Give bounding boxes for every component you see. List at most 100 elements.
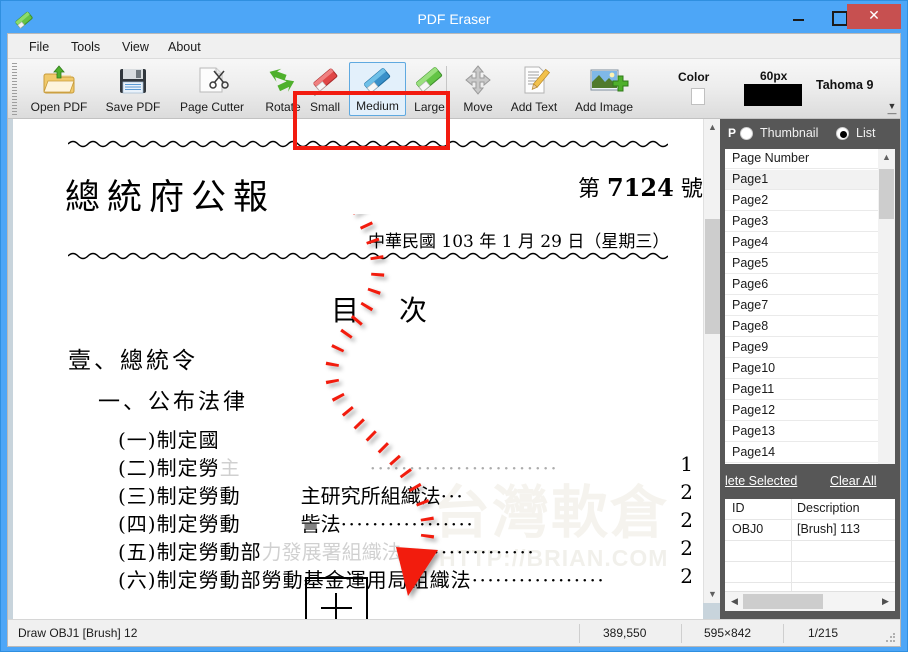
toc-row: (四)制定勞動 訾法················· 2 [118, 508, 693, 538]
app-window: PDF Eraser File Tools View About [0, 0, 908, 652]
open-folder-icon [22, 64, 96, 96]
move-arrows-icon [455, 64, 501, 96]
status-coordinates: 389,550 [603, 626, 647, 640]
scroll-thumb[interactable] [743, 594, 823, 609]
pdf-page[interactable]: 總統府公報 第 7124 號 中華民國 103 年 1 月 29 日（星期三） … [13, 119, 703, 619]
view-mode-toggle: P Thumbnail List [720, 119, 900, 149]
toc-num: (四) [118, 512, 157, 536]
list-item[interactable]: Page10 [725, 359, 878, 379]
object-actions-bar: lete Selected Clear All [720, 467, 900, 499]
list-item[interactable]: Page7 [725, 296, 878, 316]
scroll-up-icon[interactable]: ▲ [704, 119, 721, 136]
menu-view[interactable]: View [115, 38, 156, 56]
table-row[interactable] [725, 562, 895, 583]
minimize-button[interactable] [781, 4, 815, 29]
eraser-medium-button[interactable]: Medium [349, 62, 406, 116]
status-divider [681, 624, 682, 643]
page-cutter-button[interactable]: Page Cutter [170, 62, 254, 116]
list-item[interactable]: Page1 [725, 170, 878, 190]
doc-issue-suffix: 號 [680, 177, 703, 202]
brush-size-swatch[interactable] [744, 84, 802, 106]
toc-num: (六) [118, 568, 157, 592]
menu-file[interactable]: File [22, 38, 56, 56]
menu-tools[interactable]: Tools [64, 38, 107, 56]
column-header-id: ID [732, 501, 745, 515]
document-vertical-scrollbar[interactable]: ▲ ▼ [703, 119, 721, 603]
table-header-row: ID Description [725, 499, 895, 520]
list-item[interactable]: Page14 [725, 443, 878, 463]
list-item[interactable]: Page13 [725, 422, 878, 442]
list-item[interactable]: Page4 [725, 233, 878, 253]
toc-erased-text: 力發展署組織法 [261, 540, 402, 564]
doc-section-2: 一、公布法律 [98, 390, 249, 415]
scroll-down-icon[interactable]: ▼ [704, 586, 721, 603]
status-message: Draw OBJ1 [Brush] 12 [18, 626, 138, 640]
radio-list[interactable] [836, 127, 849, 140]
save-pdf-button[interactable]: Save PDF [96, 62, 170, 116]
move-button[interactable]: Move [455, 62, 501, 116]
toolbar-grip[interactable] [12, 63, 17, 115]
resize-grip-icon[interactable] [885, 632, 897, 644]
scroll-thumb[interactable] [705, 219, 720, 334]
list-item[interactable]: Page5 [725, 254, 878, 274]
list-item[interactable]: Page3 [725, 212, 878, 232]
list-item[interactable]: Page6 [725, 275, 878, 295]
table-row[interactable] [725, 541, 895, 562]
add-image-button[interactable]: Add Image [567, 62, 641, 116]
toc-dots: ················· [471, 568, 606, 592]
eraser-red-icon [301, 64, 349, 96]
status-page-position: 1/215 [808, 626, 839, 640]
eraser-brush-cursor [305, 577, 368, 619]
radio-list-label[interactable]: List [856, 126, 875, 140]
doc-masthead-title: 總統府公報 [65, 178, 276, 218]
table-row[interactable]: OBJ0 [Brush] 113 [725, 520, 895, 541]
eraser-blue-icon [350, 65, 405, 97]
list-item[interactable]: Page8 [725, 317, 878, 337]
document-pane[interactable]: 總統府公報 第 7124 號 中華民國 103 年 1 月 29 日（星期三） … [8, 119, 720, 619]
toc-num: (三) [118, 484, 157, 508]
scroll-left-icon[interactable]: ◀ [727, 594, 742, 609]
eraser-small-button[interactable]: Small [301, 62, 349, 116]
toc-dots: ························ [369, 456, 559, 480]
list-item[interactable]: Page12 [725, 401, 878, 421]
doc-issue-number: 第 7124 號 [578, 171, 703, 203]
scroll-right-icon[interactable]: ▶ [878, 594, 893, 609]
font-label[interactable]: Tahoma 9 [816, 78, 873, 92]
toc-row: (三)制定勞動 主研究所組織法··· 2 [118, 480, 693, 510]
client-area: File Tools View About Open PDF Save PDF … [7, 33, 901, 647]
toc-page: 1 [680, 452, 693, 476]
open-pdf-button[interactable]: Open PDF [22, 62, 96, 116]
scissors-page-icon [170, 64, 254, 96]
scroll-up-icon[interactable]: ▲ [878, 149, 895, 166]
toc-row: (一)制定國 [118, 424, 693, 454]
list-item[interactable]: Page9 [725, 338, 878, 358]
toc-row: (二)制定勞主 ························ 1 [118, 452, 693, 482]
clear-all-button[interactable]: Clear All [830, 474, 877, 488]
list-item[interactable]: Page2 [725, 191, 878, 211]
radio-thumbnail-label[interactable]: Thumbnail [760, 126, 818, 140]
object-table[interactable]: ID Description OBJ0 [Brush] 113 ◀ ▶ [725, 499, 895, 611]
menu-about[interactable]: About [161, 38, 208, 56]
scroll-thumb[interactable] [879, 169, 894, 219]
close-button[interactable] [847, 4, 901, 29]
object-table-scrollbar[interactable]: ◀ ▶ [725, 591, 895, 611]
toc-row: (五)制定勞動部力發展署組織法················· 2 [118, 536, 693, 566]
toolbar-right-group: Color 60px Tahoma 9 [656, 62, 886, 116]
eraser-small-label: Small [309, 100, 340, 114]
doc-toc-heading: 目次 [331, 294, 468, 327]
list-item[interactable]: Page11 [725, 380, 878, 400]
toolbar-overflow-icon[interactable]: ▼ — [886, 102, 898, 118]
toc-row: (六)制定勞動部勞動基金運用局組織法················· 2 [118, 564, 693, 594]
delete-selected-button[interactable]: lete Selected [725, 474, 797, 488]
color-swatch[interactable] [691, 88, 705, 105]
toolbar: Open PDF Save PDF Page Cutter Rotate ▼ S… [8, 59, 900, 119]
toc-num: (五) [118, 540, 157, 564]
add-text-button[interactable]: Add Text [501, 62, 567, 116]
toc-text: 制定勞動 [156, 512, 241, 536]
page-list-scrollbar[interactable]: ▲ [878, 149, 895, 464]
page-list[interactable]: Page Number Page1 Page2 Page3 Page4 Page… [725, 149, 895, 464]
toc-text: 制定國 [156, 428, 220, 452]
doc-date-line: 中華民國 103 年 1 月 29 日（星期三） [368, 232, 670, 252]
floppy-disk-icon [96, 64, 170, 96]
radio-thumbnail[interactable] [740, 127, 753, 140]
